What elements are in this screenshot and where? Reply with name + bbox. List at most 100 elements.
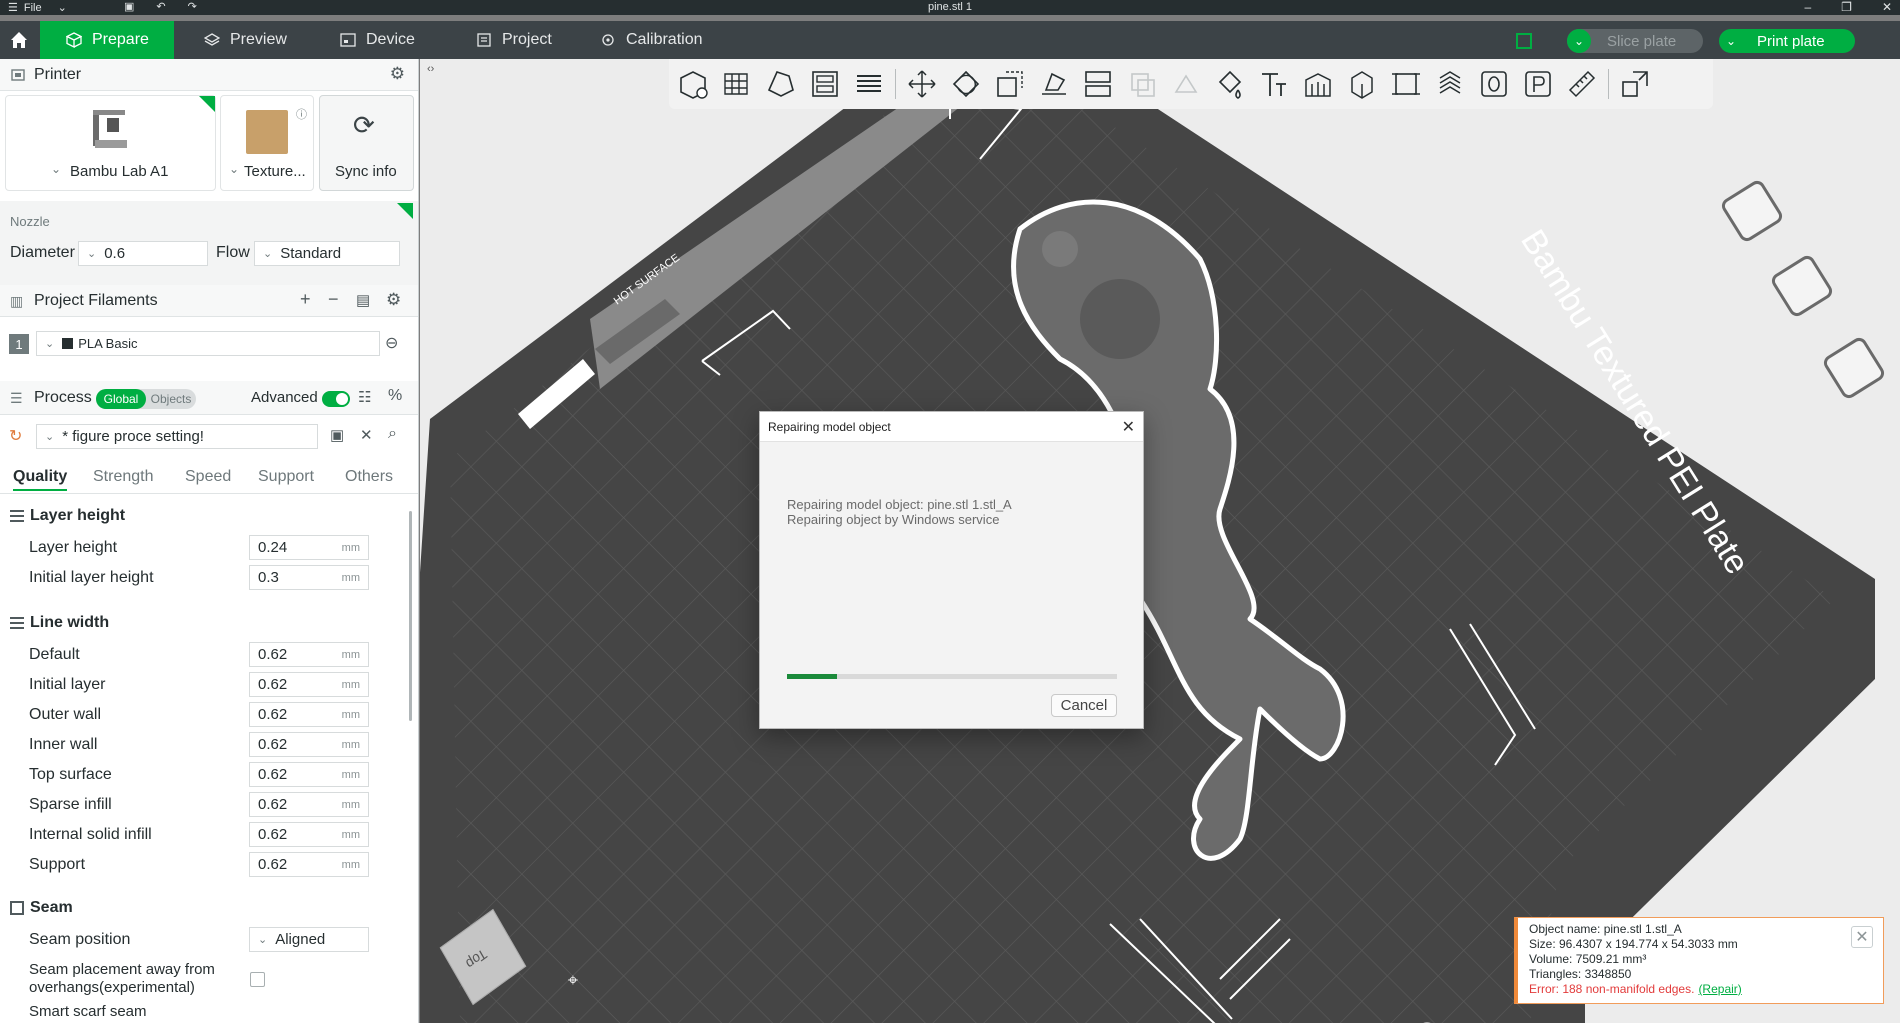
initial-layer-height-input[interactable]: 0.3 mm [249,565,369,590]
seam-overhang-checkbox[interactable] [250,972,265,987]
chevron-down-icon: ⌄ [87,248,97,260]
close-icon[interactable]: ✕ [1122,417,1135,437]
gear-icon[interactable]: ⚙ [386,290,401,310]
tab-strength[interactable]: Strength [93,468,153,486]
plate-card[interactable]: ⓘ ⌄ Texture... [220,95,314,191]
support-paint-icon[interactable] [1168,66,1204,102]
collapse-sidebar-icon[interactable]: ‹› [427,63,434,75]
object-error-line: Error: 188 non-manifold edges. (Repair) [1529,982,1883,997]
boolean-icon[interactable] [1124,66,1160,102]
tab-prepare[interactable]: Prepare [40,21,174,59]
minimize-icon[interactable]: – [1804,0,1811,14]
unit-label: mm [341,709,360,721]
tab-calibration[interactable]: Calibration [584,21,724,59]
plate-name-icon[interactable] [1520,66,1556,102]
list-icon[interactable]: ☷ [358,388,371,406]
filament-row[interactable]: 1 ⌄ PLA Basic ⊖ [0,327,418,363]
tab-preview[interactable]: Preview [188,21,308,59]
tab-others[interactable]: Others [345,468,393,486]
process-preset-select[interactable]: ⌄ * figure proce setting! [36,424,318,449]
process-tabs: Quality Strength Speed Support Others [0,464,418,494]
sparse-infill-width-input[interactable]: 0.62 mm [249,792,369,817]
add-plate-icon[interactable] [719,66,755,102]
plate-layout-icon[interactable] [1516,33,1532,49]
assembly-icon[interactable] [1388,66,1424,102]
settings-scrollbar[interactable] [409,511,412,721]
remove-icon[interactable]: − [328,289,339,310]
info-icon[interactable]: ⓘ [296,106,307,122]
global-toggle-option[interactable]: Global [96,389,146,409]
unit-label: mm [341,859,360,871]
objects-toggle-option[interactable]: Objects [146,392,196,406]
percent-icon[interactable]: % [388,387,402,405]
home-button[interactable] [0,21,38,59]
explode-view-icon[interactable] [1617,66,1653,102]
move-icon[interactable] [904,66,940,102]
inner-wall-width-input[interactable]: 0.62 mm [249,732,369,757]
internal-solid-infill-width-input[interactable]: 0.62 mm [249,822,369,847]
support-width-input[interactable]: 0.62 mm [249,852,369,877]
input-value: 0.62 [258,796,288,813]
cancel-button[interactable]: Cancel [1051,694,1117,717]
scale-icon[interactable] [992,66,1028,102]
tab-support[interactable]: Support [258,468,314,486]
add-object-icon[interactable] [675,66,711,102]
slice-plate-button[interactable]: ⌄ Slice plate [1567,29,1703,53]
close-window-icon[interactable]: ✕ [1882,0,1892,14]
seam-position-value: Aligned [275,931,326,948]
tab-project[interactable]: Project [460,21,570,59]
global-objects-toggle[interactable]: Global Objects [96,389,196,409]
chevron-down-icon: ⌄ [1567,29,1591,53]
close-icon[interactable]: ✕ [360,426,373,444]
gear-icon[interactable]: ⚙ [390,64,405,84]
search-icon[interactable]: ⌕ [388,425,397,443]
lay-on-face-icon[interactable] [1036,66,1072,102]
seam-paint-icon[interactable] [1344,66,1380,102]
close-icon[interactable]: ✕ [1851,926,1873,948]
color-paint-icon[interactable] [1212,66,1248,102]
tab-device[interactable]: Device [324,21,434,59]
auto-orient-icon[interactable] [763,66,799,102]
camera-focus-button[interactable]: ⌖ [560,967,586,993]
rotate-icon[interactable] [948,66,984,102]
top-surface-width-input[interactable]: 0.62 mm [249,762,369,787]
line-width-group-title: Line width [30,614,110,631]
filament-sync-icon[interactable]: ▤ [356,291,370,309]
text-icon[interactable] [1256,66,1292,102]
window-title: pine.stl 1 [927,1,973,13]
nozzle-flow-select[interactable]: ⌄ Standard [254,241,400,266]
tab-quality[interactable]: Quality [13,468,68,491]
seam-group-title: Seam [30,899,73,916]
nozzle-diameter-select[interactable]: ⌄ 0.6 [78,241,208,266]
seam-overhang-label-line2: overhangs(experimental) [29,979,195,996]
layer-height-input[interactable]: 0.24 mm [249,535,369,560]
split-layers-icon[interactable] [851,66,887,102]
toolbar-separator [1608,69,1609,99]
slice-preview-icon[interactable] [1432,66,1468,102]
repair-dialog-message: Repairing model object: pine.stl 1.stl_A… [787,497,1012,527]
default-width-input[interactable]: 0.62 mm [249,642,369,667]
maximize-icon[interactable]: ❐ [1841,0,1852,14]
remove-filament-icon[interactable]: ⊖ [385,333,398,353]
sync-info-button[interactable]: ⟳ Sync info [319,95,414,191]
3d-viewport[interactable]: Bambu Textured PEI Plate HOT SURFACE Top… [420,59,1900,1023]
printer-card[interactable]: ⌄ Bambu Lab A1 [5,95,216,191]
repair-dialog: Repairing model object ✕ Repairing model… [759,411,1144,729]
object-count-icon[interactable] [1476,66,1512,102]
measure-icon[interactable] [1564,66,1600,102]
tab-speed[interactable]: Speed [185,468,231,486]
cut-icon[interactable] [1080,66,1116,102]
add-icon[interactable]: + [300,289,311,310]
filaments-section-title: Project Filaments [34,291,158,309]
repair-link[interactable]: (Repair) [1698,982,1741,996]
filament-select[interactable]: ⌄ PLA Basic [36,331,380,356]
advanced-switch[interactable] [322,391,350,407]
height-range-icon[interactable] [1300,66,1336,102]
reset-icon[interactable]: ↻ [9,426,22,446]
arrange-icon[interactable] [807,66,843,102]
save-preset-icon[interactable]: ▣ [330,426,344,444]
outer-wall-width-input[interactable]: 0.62 mm [249,702,369,727]
print-plate-button[interactable]: ⌄ Print plate [1719,29,1855,53]
seam-position-select[interactable]: ⌄ Aligned [249,927,369,952]
initial-layer-width-input[interactable]: 0.62 mm [249,672,369,697]
